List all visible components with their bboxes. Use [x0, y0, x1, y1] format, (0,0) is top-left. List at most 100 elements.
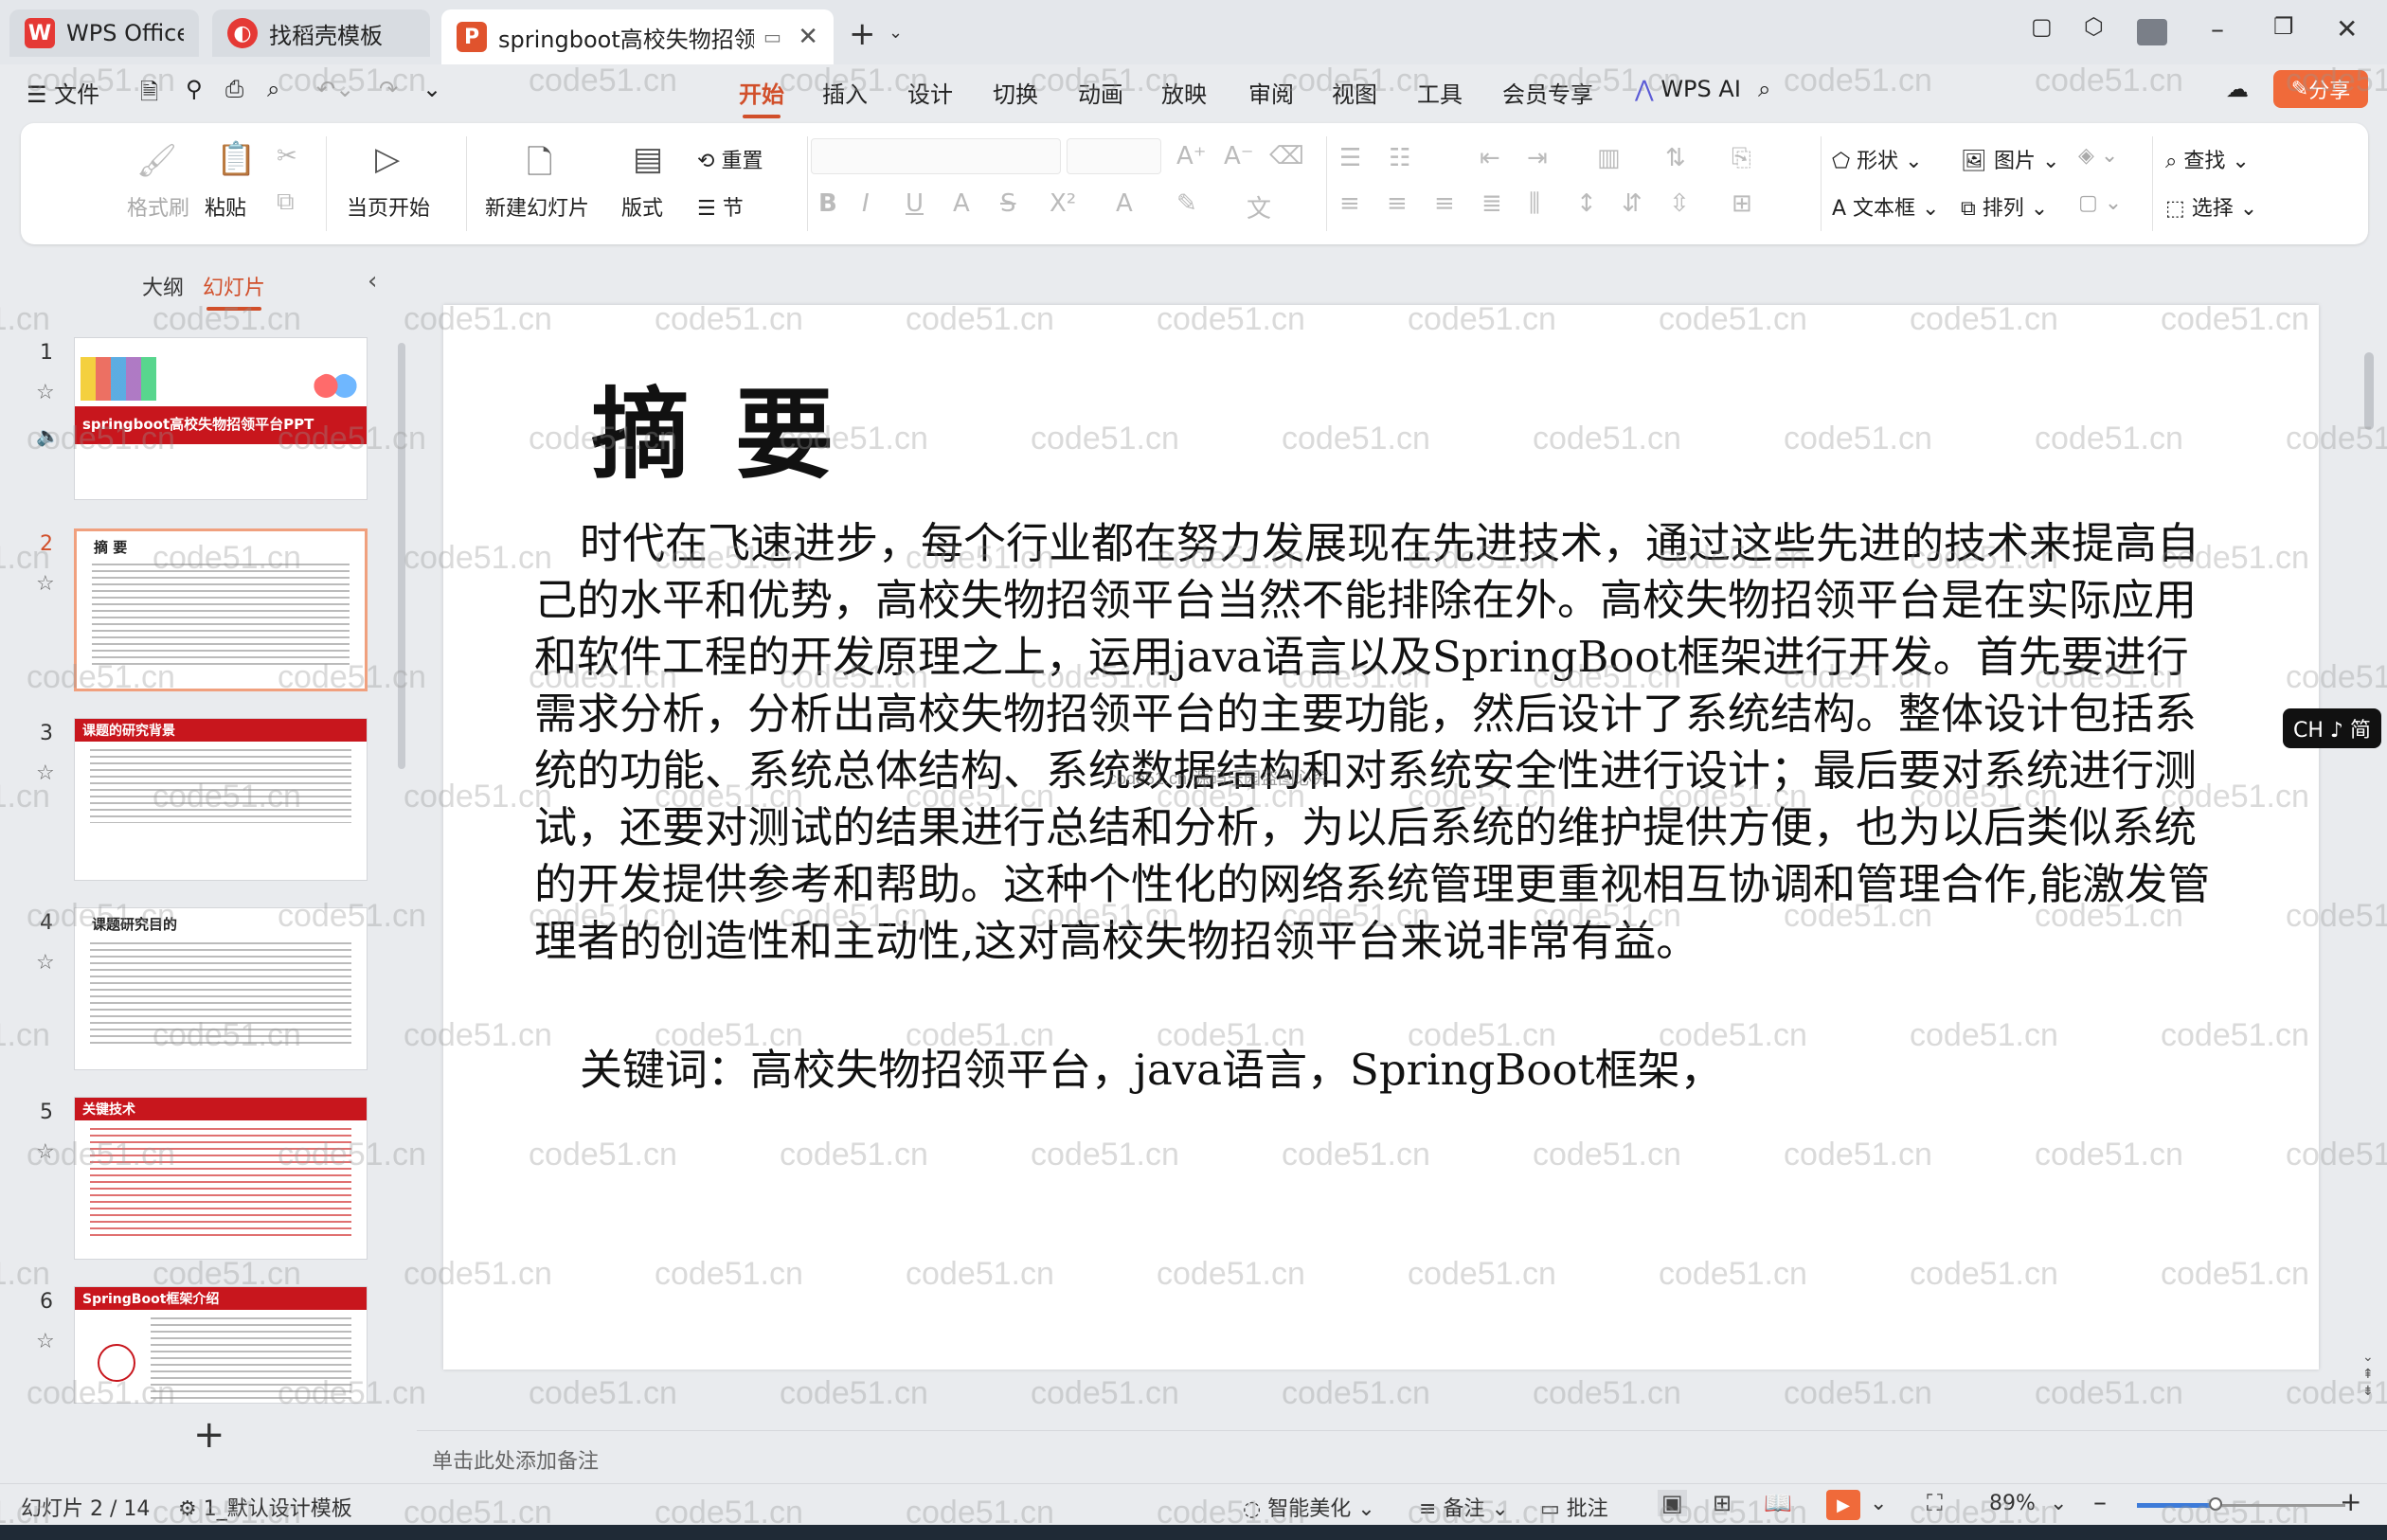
share-link-icon[interactable]: ⚲ [186, 76, 203, 102]
play-from-current-label[interactable]: 当页开始 [347, 191, 430, 222]
reset-button[interactable]: ⟲ 重置 [697, 144, 763, 174]
slide-thumb-3[interactable]: 3 ☆ 课题的研究背景 [0, 718, 398, 885]
play-dropdown-icon[interactable]: ⌄ [1870, 1492, 1887, 1515]
justify-icon[interactable]: ≣ [1481, 189, 1502, 218]
shrink-font-icon[interactable]: A⁻ [1224, 142, 1254, 170]
sort-icon[interactable]: ⇅ [1665, 144, 1686, 172]
tab-animation[interactable]: 动画 [1078, 76, 1123, 109]
increase-indent-icon[interactable]: ⇥ [1527, 144, 1548, 172]
tab-tools[interactable]: 工具 [1417, 76, 1463, 109]
numbering-icon[interactable]: ☷ [1389, 144, 1410, 172]
section-button[interactable]: ☰ 节 [697, 191, 744, 222]
tab-wps-office[interactable]: W WPS Office [9, 9, 199, 57]
share-button[interactable]: ✎ 分享 [2273, 70, 2368, 108]
format-painter-icon[interactable]: 🖌 [136, 142, 177, 180]
decrease-indent-icon[interactable]: ⇤ [1480, 144, 1500, 172]
print-preview-icon[interactable]: ⌕ [267, 76, 279, 102]
zoom-out-icon[interactable]: – [2093, 1486, 2107, 1517]
undo-icon[interactable]: ↶⌄ [316, 76, 354, 102]
fill-button[interactable]: ◈ ⌄ [2078, 144, 2118, 168]
tab-document[interactable]: P springboot高校失物招领平台 ▭ ✕ [441, 9, 834, 64]
window-layout-icon[interactable]: ▢ [2031, 13, 2053, 40]
monitor-icon[interactable]: ▭ [763, 26, 781, 48]
star-icon[interactable]: ☆ [36, 951, 55, 975]
tab-view[interactable]: 视图 [1332, 76, 1377, 109]
superscript-icon[interactable]: X² [1050, 189, 1076, 218]
redo-icon[interactable]: ↷ [379, 76, 398, 102]
picture-button[interactable]: 🖼 图片 ⌄ [1961, 144, 2059, 174]
slide-thumb-1[interactable]: 1 ☆ 🔈 springboot高校失物招领平台PPT [0, 337, 398, 504]
close-window-icon[interactable]: ✕ [2336, 13, 2358, 45]
bullets-icon[interactable]: ☰ [1339, 144, 1361, 172]
sound-icon[interactable]: 🔈 [36, 424, 60, 447]
tab-outline[interactable]: 大纲 [142, 271, 184, 301]
zoom-level[interactable]: 89% [1989, 1492, 2036, 1515]
avatar[interactable] [2137, 19, 2167, 45]
menu-file[interactable]: ☰ 文件 [27, 76, 99, 109]
slide-preview[interactable]: 课题的研究背景 [74, 718, 368, 881]
text-align-icon[interactable]: ⊞ [1732, 189, 1752, 218]
text-direction-icon[interactable]: ⇳ [1669, 189, 1690, 218]
tab-daoke-templates[interactable]: ◐ 找稻壳模板 [212, 9, 430, 57]
new-tab-dropdown-icon[interactable]: ⌄ [888, 23, 903, 43]
star-icon[interactable]: ☆ [36, 1140, 55, 1164]
textbox-button[interactable]: A 文本框 ⌄ [1832, 191, 1940, 222]
bold-icon[interactable]: B [818, 189, 837, 218]
align-left-icon[interactable]: ≡ [1339, 189, 1360, 218]
tab-member[interactable]: 会员专享 [1502, 76, 1593, 109]
play-from-current-icon[interactable]: ▷ [375, 140, 400, 178]
slide-thumb-5[interactable]: 5 ☆ 关键技术 [0, 1097, 398, 1263]
slide-preview[interactable]: springboot高校失物招领平台PPT [74, 337, 368, 500]
normal-view-icon[interactable]: ▣ [1658, 1490, 1687, 1516]
columns-icon[interactable]: ▥ [1597, 144, 1621, 172]
star-icon[interactable]: ☆ [36, 572, 55, 596]
collapse-panel-icon[interactable]: ‹ [368, 267, 377, 295]
paste-label[interactable]: 粘贴 [205, 191, 246, 222]
slide-preview[interactable]: 关键技术 [74, 1097, 368, 1260]
print-icon[interactable]: ⎙ [225, 76, 243, 102]
clear-format-icon[interactable]: ⌫ [1269, 142, 1304, 170]
slide-preview[interactable]: 摘 要 [74, 528, 368, 691]
strikethrough-icon[interactable]: S [1000, 189, 1016, 218]
select-button[interactable]: ⬚ 选择 ⌄ [2165, 191, 2257, 222]
tab-insert[interactable]: 插入 [822, 76, 868, 109]
tab-slideshow[interactable]: 放映 [1161, 76, 1207, 109]
shape-button[interactable]: ⬠ 形状 ⌄ [1832, 144, 1923, 174]
zoom-in-icon[interactable]: + [2340, 1486, 2361, 1517]
save-icon[interactable]: 🗎 [140, 76, 158, 115]
tab-wps-ai[interactable]: ⋀ WPS AI [1635, 76, 1741, 102]
add-slide-icon[interactable]: + [193, 1413, 225, 1457]
font-size-select[interactable] [1067, 138, 1161, 174]
slide-body-text[interactable]: 时代在飞速进步，每个行业都在努力发展现在先进技术，通过这些先进的技术来提高自己的… [534, 515, 2220, 970]
tab-review[interactable]: 审阅 [1248, 76, 1294, 109]
line-spacing-icon[interactable]: ↕ [1576, 189, 1597, 218]
distribute-icon[interactable]: ⫼ [1529, 189, 1540, 219]
tab-design[interactable]: 设计 [907, 76, 953, 109]
notes-pane[interactable]: 单击此处添加备注 [417, 1430, 2387, 1483]
close-tab-icon[interactable]: ✕ [798, 23, 818, 51]
play-slideshow-button[interactable]: ▶ [1826, 1490, 1860, 1520]
layout-icon[interactable]: ▤ [633, 140, 663, 178]
slide-preview[interactable]: 课题研究目的 [74, 907, 368, 1070]
maximize-icon[interactable]: ❐ [2273, 13, 2294, 40]
convert-icon[interactable]: ⎘ [1732, 144, 1751, 173]
tab-slides[interactable]: 幻灯片 [203, 271, 265, 311]
underline-icon[interactable]: U [906, 189, 924, 218]
search-icon[interactable]: ⌕ [1758, 76, 1770, 102]
slide-sorter-icon[interactable]: ⊞ [1713, 1490, 1732, 1516]
tab-home[interactable]: 开始 [739, 76, 784, 118]
cut-icon[interactable]: ✂ [277, 142, 297, 170]
new-slide-icon[interactable]: 🗋 [527, 140, 552, 194]
italic-icon[interactable]: I [862, 189, 870, 218]
paste-icon[interactable]: 📋 [216, 140, 256, 178]
find-button[interactable]: ⌕ 查找 ⌄ [2165, 144, 2250, 174]
comments-button[interactable]: ▭ 批注 [1540, 1492, 1608, 1522]
tab-transition[interactable]: 切换 [993, 76, 1038, 109]
font-color-icon[interactable]: A [1116, 189, 1133, 218]
phonetic-icon[interactable]: 文 [1247, 189, 1271, 224]
paragraph-spacing-icon[interactable]: ⇵ [1622, 189, 1642, 218]
layout-label[interactable]: 版式 [621, 191, 663, 222]
shadow-icon[interactable]: A [953, 189, 970, 218]
slide-keywords[interactable]: 关键词：高校失物招领平台，java语言，SpringBoot框架， [534, 1042, 1723, 1099]
editor-scrollbar[interactable] [2364, 352, 2374, 430]
